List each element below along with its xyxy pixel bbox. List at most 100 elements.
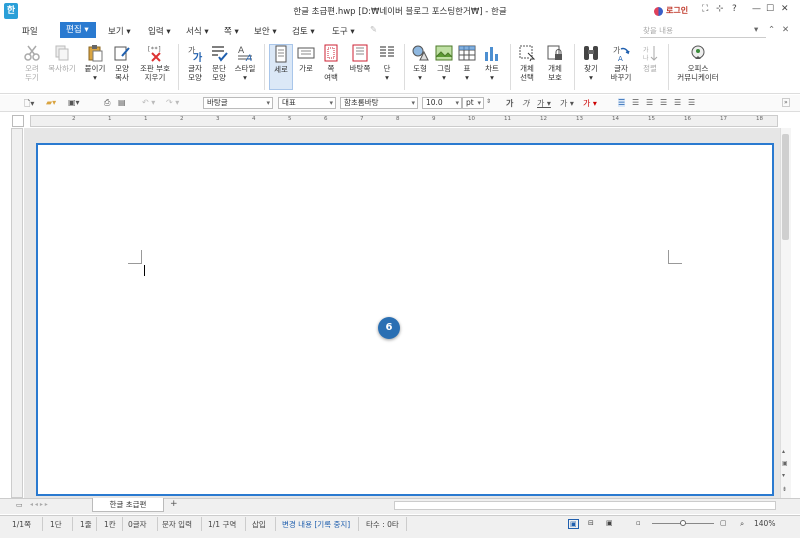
horizontal-ruler[interactable] [30,115,778,127]
zoom-out-icon[interactable]: ▫ [636,519,641,527]
cut-button[interactable]: 오려 두기 [18,44,46,82]
tab-document[interactable]: 한글 초급편 [92,498,164,512]
scroll-up-icon[interactable]: ▴ [782,448,785,455]
find-dropdown-icon[interactable]: ▾ [589,73,593,82]
columns-dropdown-icon[interactable]: ▾ [385,73,389,82]
font-color-button[interactable]: 가 ▾ [583,98,597,109]
object-protect-button[interactable]: 개체 보호 [542,44,568,82]
zoom-slider-handle[interactable] [680,520,686,526]
fullscreen-icon[interactable]: ⛶ [702,4,708,14]
menu-file[interactable]: 파일 [22,25,38,37]
save-icon[interactable]: ▣▾ [68,98,80,107]
font-size-input[interactable]: 10.0 [422,97,462,109]
minimize-button[interactable]: — [752,4,761,14]
horizontal-scrollbar[interactable] [394,501,776,510]
close-button[interactable]: ✕ [781,4,789,14]
unit-select[interactable]: pt [462,97,484,109]
menu-page[interactable]: 쪽 ▾ [224,25,239,37]
paragraph-shape-button[interactable]: 문단 모양 [206,44,232,82]
language-select[interactable]: 대표 [278,97,336,109]
status-insert[interactable]: 삽입 [252,519,266,530]
zoom-in-icon[interactable]: ▢ [720,519,727,527]
menu-security[interactable]: 보안 ▾ [254,25,277,37]
tab-scroll-arrows[interactable]: ◂ ◂ ▸ ▸ [30,501,48,508]
office-communicator-button[interactable]: 오피스 커뮤니케이터 [672,44,724,82]
search-dropdown-icon[interactable]: ▾ [754,25,758,35]
tab-view-icon[interactable]: ▭ [16,501,23,509]
align-justify-button[interactable]: ☰ [618,98,626,107]
style-dropdown-icon[interactable]: ▾ [243,73,247,82]
vertical-scroll-thumb[interactable] [782,134,789,240]
paste-button[interactable]: 붙이기 ▾ [82,44,108,82]
clear-markup-button[interactable]: [**] 조판 부호 지우기 [136,44,174,82]
object-select-button[interactable]: 개체 선택 [514,44,540,82]
document-page[interactable] [36,143,774,496]
picture-button[interactable]: 그림 ▾ [432,44,456,82]
paste-dropdown-icon[interactable]: ▾ [93,73,97,82]
page-down-icon[interactable]: ⇟ [782,486,787,493]
columns-button[interactable]: 단 ▾ [376,44,398,82]
undo-icon[interactable]: ↶ ▾ [142,98,155,107]
replace-button[interactable]: 가A 글자 바꾸기 [606,44,636,82]
vertical-ruler[interactable] [11,128,23,498]
add-tab-button[interactable]: + [170,499,178,509]
page-nav-icon[interactable]: ▣ [782,460,788,467]
sort-button[interactable]: 가나 정렬 [638,44,662,73]
format-painter-button[interactable]: 모양 복사 [108,44,136,82]
italic-button[interactable]: 가 [522,98,529,109]
help-button[interactable]: ? [732,4,737,14]
align-distribute-button[interactable]: ☰ [674,98,681,107]
menu-insert[interactable]: 입력 ▾ [148,25,171,37]
font-select[interactable]: 함초롬바탕 [340,97,418,109]
shapes-button[interactable]: 도형 ▾ [408,44,432,82]
strike-button[interactable]: 가 ▾ [560,98,574,109]
zoom-magnifier-icon[interactable]: ⌕ [740,519,744,529]
chart-button[interactable]: 차트 ▾ [480,44,504,82]
redo-icon[interactable]: ↷ ▾ [166,98,179,107]
zoom-level[interactable]: 140% [754,519,775,528]
bold-button[interactable]: 가 [506,98,513,109]
table-button[interactable]: 표 ▾ [456,44,478,82]
scroll-down-icon[interactable]: ▾ [782,472,785,479]
underline-button[interactable]: 가 ▾ [537,98,551,109]
toolbar-more-icon[interactable]: » [782,98,790,107]
landscape-button[interactable]: 가로 [294,44,318,73]
align-center-button[interactable]: ☰ [646,98,653,107]
account-icon[interactable] [654,7,663,16]
menu-edit[interactable]: 편집 ▾ [60,22,96,38]
find-button[interactable]: 찾기 ▾ [578,44,604,82]
char-shape-button[interactable]: 가가 글자 모양 [182,44,208,82]
align-left-button[interactable]: ☰ [632,98,639,107]
menu-format[interactable]: 서식 ▾ [186,25,209,37]
status-page[interactable]: 1/1쪽 [12,519,31,530]
align-right-button[interactable]: ☰ [660,98,667,107]
portrait-button[interactable]: 세로 [269,44,293,90]
align-split-button[interactable]: ☰ [688,98,695,107]
preview-icon[interactable]: ▤ [118,98,126,107]
master-page-button[interactable]: 바탕쪽 [346,44,374,73]
login-button[interactable]: 로그인 [666,5,688,16]
status-input-mode[interactable]: 문자 입력 [162,519,192,530]
pin-ribbon-icon[interactable]: ✎ [370,25,377,35]
style-select[interactable]: 바탕글 [203,97,273,109]
copy-button[interactable]: 복사하기 [44,44,80,73]
width-view-icon[interactable]: ⊟ [588,519,594,527]
new-doc-icon[interactable]: 🗋▾ [24,98,34,112]
collapse-ribbon-icon[interactable]: ⌃ [768,25,775,35]
maximize-button[interactable]: ☐ [766,4,774,14]
pin-icon[interactable]: ⊹ [716,4,724,14]
status-track-changes[interactable]: 변경 내용 [기록 중지] [282,519,350,530]
shapes-dropdown-icon[interactable]: ▾ [418,73,422,82]
print-icon[interactable]: ⎙ [104,98,110,108]
table-dropdown-icon[interactable]: ▾ [465,73,469,82]
close-doc-icon[interactable]: ✕ [782,25,789,35]
size-stepper[interactable]: ⇕ [486,98,491,105]
menu-tools[interactable]: 도구 ▾ [332,25,355,37]
page-view-icon[interactable]: ▣ [568,519,579,529]
menu-review[interactable]: 검토 ▾ [292,25,315,37]
ruler-toggle[interactable] [12,115,24,127]
chart-dropdown-icon[interactable]: ▾ [490,73,494,82]
style-button[interactable]: AA 스타일 ▾ [232,44,258,82]
open-folder-icon[interactable]: ▰▾ [46,98,56,107]
full-page-view-icon[interactable]: ▣ [606,519,613,527]
